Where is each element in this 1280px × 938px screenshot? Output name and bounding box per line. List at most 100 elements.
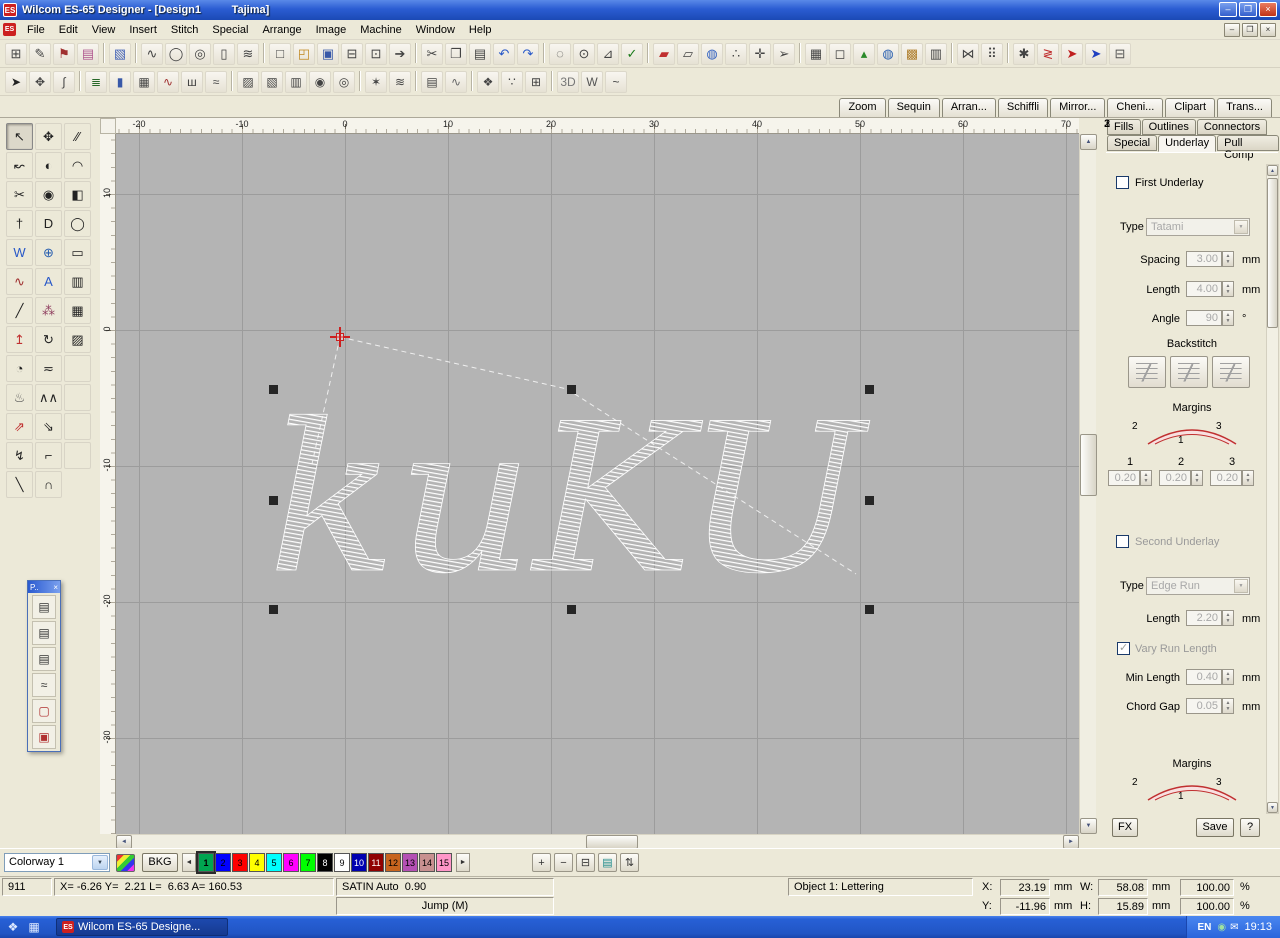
curve-run-tool[interactable]: ∩	[35, 471, 62, 498]
panel-tab[interactable]: Connectors	[1197, 119, 1267, 135]
margin-3-stepper[interactable]	[1242, 470, 1254, 486]
selection-handle[interactable]	[865, 605, 874, 614]
motif-run-icon[interactable]: ≈	[205, 71, 227, 93]
wave-pattern-icon[interactable]: ≈	[32, 673, 56, 697]
pattern-tool[interactable]: ▨	[64, 326, 91, 353]
column-fill-tool[interactable]: ▥	[64, 268, 91, 295]
fx-button[interactable]: FX	[1112, 818, 1138, 837]
backstitch-style-2-button[interactable]	[1170, 356, 1208, 388]
freehand-select-tool[interactable]: ↜	[6, 152, 33, 179]
color-5[interactable]: 5	[266, 853, 282, 872]
export-machine-icon[interactable]: ➔	[389, 43, 411, 65]
dock-tab[interactable]: Trans...	[1217, 98, 1272, 117]
help-button[interactable]: ?	[1240, 818, 1260, 837]
window-icon[interactable]: ▦	[25, 918, 43, 936]
dash-run-tool[interactable]: ≂	[35, 355, 62, 382]
undo-icon[interactable]: ↶	[493, 43, 515, 65]
panel-tab[interactable]: Fills	[1107, 119, 1141, 135]
min-length-stepper[interactable]	[1222, 669, 1234, 685]
star-fill-icon[interactable]: ✶	[365, 71, 387, 93]
length-input[interactable]: 4.00	[1186, 281, 1222, 297]
spacing-input[interactable]: 3.00	[1186, 251, 1222, 267]
margin-1-stepper[interactable]	[1140, 470, 1152, 486]
monogram-tool[interactable]: D	[35, 210, 62, 237]
close-button[interactable]: ×	[1259, 2, 1277, 17]
marquee-icon[interactable]: ▢	[32, 699, 56, 723]
chord-gap-input[interactable]: 0.05	[1186, 698, 1222, 714]
menu-item[interactable]: Insert	[122, 21, 164, 39]
contour-fill-icon[interactable]: ◉	[309, 71, 331, 93]
mirror-merge-tool[interactable]: ◐	[35, 152, 62, 179]
scroll-down-icon[interactable]: ▼	[1080, 818, 1097, 834]
menu-item[interactable]: Arrange	[255, 21, 308, 39]
color-6[interactable]: 6	[283, 853, 299, 872]
remove-color-button[interactable]: −	[554, 853, 573, 872]
select-tool[interactable]: ↖	[6, 123, 33, 150]
pin-icon[interactable]: ⚑	[53, 43, 75, 65]
print-preview-icon[interactable]: ⊡	[365, 43, 387, 65]
pattern-stamp-icon[interactable]: ❖	[477, 71, 499, 93]
team-design-tool[interactable]: ⁂	[35, 297, 62, 324]
reshape-icon[interactable]: ✥	[29, 71, 51, 93]
first-underlay-type-dropdown[interactable]: Tatami ▼	[1146, 218, 1250, 236]
tatami-fill-icon[interactable]: ▦	[133, 71, 155, 93]
wave-tool-icon[interactable]: ≋	[237, 43, 259, 65]
needle-tool[interactable]: †	[6, 210, 33, 237]
menu-item[interactable]: Special	[205, 21, 255, 39]
color-9[interactable]: 9	[334, 853, 350, 872]
mdi-close-button[interactable]: ×	[1260, 23, 1276, 37]
thread-colors-icon[interactable]: ▤	[77, 43, 99, 65]
satin-stitch-icon[interactable]: ▮	[109, 71, 131, 93]
status-icon[interactable]: ◉	[1217, 922, 1226, 933]
fancy-fill-icon[interactable]: W	[581, 71, 603, 93]
menu-item[interactable]: Image	[309, 21, 354, 39]
arrow-red-icon[interactable]: ➤	[1061, 43, 1083, 65]
stitch-return-tool[interactable]: ⇘	[35, 413, 62, 440]
arrow-blue-icon[interactable]: ➤	[1085, 43, 1107, 65]
dock-tab[interactable]: Cheni...	[1107, 98, 1163, 117]
redo-icon[interactable]: ↷	[517, 43, 539, 65]
scroll-up-icon[interactable]: ▲	[1080, 134, 1097, 150]
globe-icon[interactable]: ◍	[877, 43, 899, 65]
sequin-icon[interactable]: ◍	[701, 43, 723, 65]
chart-icon[interactable]: ▴	[853, 43, 875, 65]
stitch-red-icon[interactable]: ▰	[653, 43, 675, 65]
3d-effect-icon[interactable]: 3D	[557, 71, 579, 93]
menu-item[interactable]: View	[85, 21, 123, 39]
vertical-ruler[interactable]: 100-10-20-30	[100, 134, 116, 834]
scroll-left-icon[interactable]: ◄	[116, 835, 132, 849]
background-button[interactable]: BKG	[142, 853, 178, 872]
run-stitch-icon[interactable]: ≣	[85, 71, 107, 93]
flip-tool[interactable]: ◧	[64, 181, 91, 208]
pen-line-tool[interactable]: ╲	[6, 471, 33, 498]
stitch-gray-icon[interactable]: ▱	[677, 43, 699, 65]
min-length-input[interactable]: 0.40	[1186, 669, 1222, 685]
color-1[interactable]: 1	[198, 853, 214, 872]
save-button[interactable]: Save	[1196, 818, 1234, 837]
circle-tool-icon[interactable]: ◯	[165, 43, 187, 65]
vertical-scrollbar[interactable]: ▲ ▼	[1079, 134, 1096, 834]
scissors-tool[interactable]: ✂	[6, 181, 33, 208]
cut-icon[interactable]: ✂	[421, 43, 443, 65]
second-length-stepper[interactable]	[1222, 610, 1234, 626]
horizontal-scroll-thumb[interactable]	[586, 835, 638, 849]
horizontal-scrollbar[interactable]: ◄ ►	[116, 834, 1079, 848]
image-icon[interactable]: ▩	[901, 43, 923, 65]
background-fabric-icon[interactable]: ▧	[109, 43, 131, 65]
color-3[interactable]: 3	[232, 853, 248, 872]
overlap-icon[interactable]: ⋈	[957, 43, 979, 65]
chevron-down-icon[interactable]: ▼	[1234, 220, 1248, 234]
sort-colors-icon[interactable]: ⇅	[620, 853, 639, 872]
jagged-stitch-tool[interactable]: ↯	[6, 442, 33, 469]
copy-icon[interactable]: ❐	[445, 43, 467, 65]
hatch-lines-tool[interactable]: ∕∕	[64, 123, 91, 150]
lettering-tool[interactable]: A	[35, 268, 62, 295]
dock-tab[interactable]: Schiffli	[998, 98, 1048, 117]
panel-scroll-thumb[interactable]	[1267, 178, 1278, 328]
oval-tool-icon[interactable]: ◎	[189, 43, 211, 65]
colorway-editor-icon[interactable]	[116, 854, 135, 872]
ellipse-tool[interactable]: ◯	[64, 210, 91, 237]
selection-handle[interactable]	[865, 385, 874, 394]
mdi-restore-button[interactable]: ❐	[1242, 23, 1258, 37]
print-small-icon[interactable]: ⊟	[1109, 43, 1131, 65]
